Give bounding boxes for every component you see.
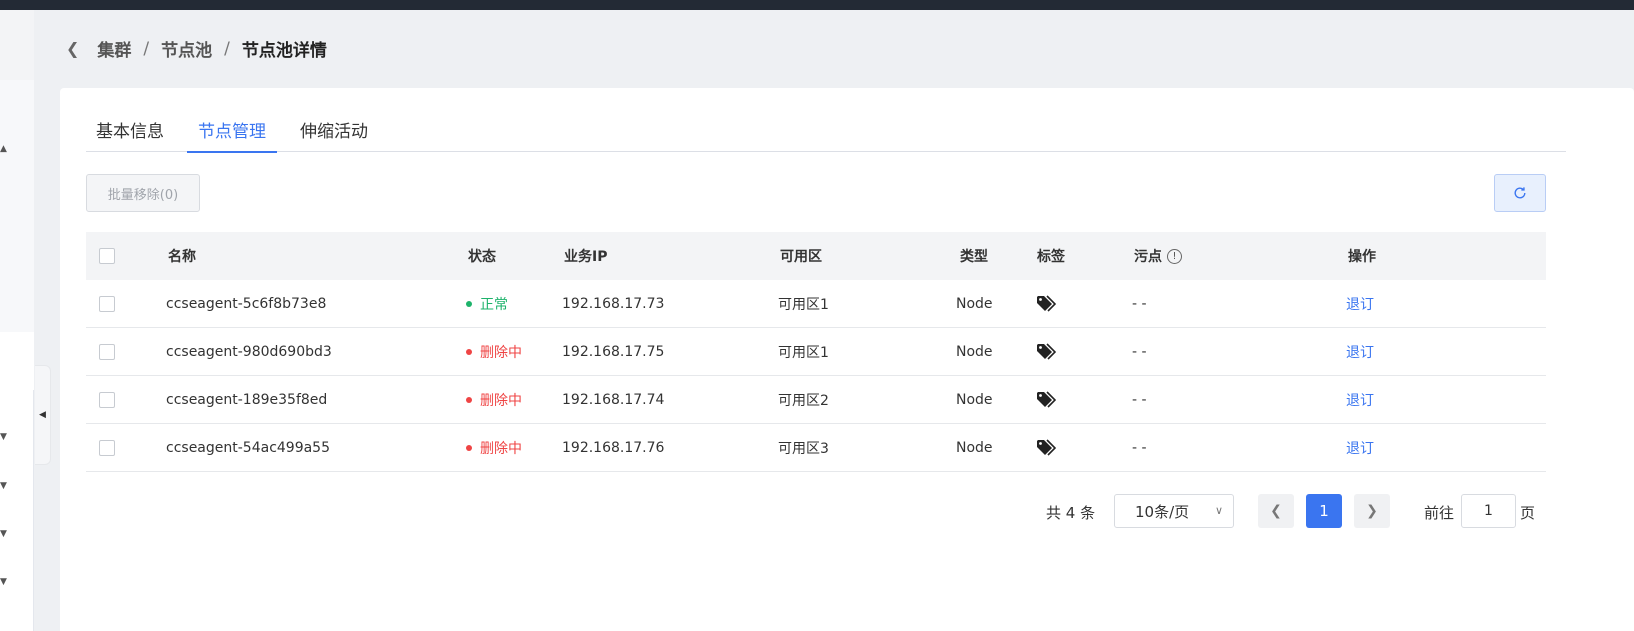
goto-page-input[interactable] xyxy=(1461,494,1516,528)
page-title: 节点池详情 xyxy=(241,41,327,61)
main-card: 基本信息 节点管理 伸缩活动 批量移除(0) 名称 状态 业务IP 可用区 类型… xyxy=(60,88,1634,631)
table-header: 名称 状态 业务IP 可用区 类型 标签 污点 ! 操作 xyxy=(86,232,1546,280)
node-type: Node xyxy=(956,295,993,312)
status-dot-icon xyxy=(466,348,472,355)
sidebar-caret-down-icon[interactable]: ▼ xyxy=(0,529,7,539)
status-badge: 正常 xyxy=(466,294,508,314)
chevron-left-icon: ❮ xyxy=(1270,503,1282,519)
row-checkbox[interactable] xyxy=(99,391,115,408)
header-tags: 标签 xyxy=(1037,249,1065,265)
breadcrumb: ❮ 集群 / 节点池 / 节点池详情 xyxy=(66,36,327,62)
pagination-total: 共 4 条 xyxy=(1046,504,1096,522)
status-badge: 删除中 xyxy=(466,342,522,362)
select-all-checkbox[interactable] xyxy=(99,248,115,264)
node-taint: - - xyxy=(1132,295,1147,312)
tab-basic-info[interactable]: 基本信息 xyxy=(86,112,175,152)
node-taint: - - xyxy=(1132,391,1147,408)
header-type: 类型 xyxy=(960,249,988,265)
status-badge: 删除中 xyxy=(466,438,522,458)
node-table: 名称 状态 业务IP 可用区 类型 标签 污点 ! 操作 ccseagent-5… xyxy=(86,232,1546,472)
header-status: 状态 xyxy=(468,249,496,265)
back-chevron-icon[interactable]: ❮ xyxy=(66,39,79,58)
sidebar-collapse-handle[interactable]: ◀ xyxy=(35,365,51,465)
tag-icon[interactable] xyxy=(1036,342,1056,361)
node-name: ccseagent-54ac499a55 xyxy=(166,439,331,456)
row-checkbox[interactable] xyxy=(99,439,115,456)
node-name: ccseagent-189e35f8ed xyxy=(166,391,328,408)
row-checkbox[interactable] xyxy=(99,295,115,312)
page-number-button[interactable]: 1 xyxy=(1306,494,1342,528)
breadcrumb-cluster[interactable]: 集群 xyxy=(97,36,131,61)
node-name: ccseagent-5c6f8b73e8 xyxy=(166,295,327,312)
node-zone: 可用区3 xyxy=(778,440,829,457)
refresh-icon xyxy=(1514,187,1526,199)
sidebar-caret-down-icon[interactable]: ▼ xyxy=(0,481,7,491)
table-row: ccseagent-980d690bd3 删除中 192.168.17.75 可… xyxy=(86,328,1546,376)
unsubscribe-link[interactable]: 退订 xyxy=(1346,438,1374,458)
node-ip: 192.168.17.75 xyxy=(562,343,665,360)
pagination: 共 4 条 10条/页 ∨ ❮ 1 ❯ 前往 页 xyxy=(60,494,1634,528)
unsubscribe-link[interactable]: 退订 xyxy=(1346,390,1374,410)
table-row: ccseagent-189e35f8ed 删除中 192.168.17.74 可… xyxy=(86,376,1546,424)
tab-node-management[interactable]: 节点管理 xyxy=(187,112,277,153)
table-row: ccseagent-5c6f8b73e8 正常 192.168.17.73 可用… xyxy=(86,280,1546,328)
batch-remove-button[interactable]: 批量移除(0) xyxy=(86,174,200,212)
status-dot-icon xyxy=(466,396,472,403)
info-icon[interactable]: ! xyxy=(1167,248,1182,264)
sidebar-caret-up-icon[interactable]: ▲ xyxy=(0,144,7,154)
prev-page-button[interactable]: ❮ xyxy=(1258,494,1294,528)
breadcrumb-separator: / xyxy=(224,38,230,59)
sidebar: ▲ ▼ ▼ ▼ ▼ xyxy=(0,10,34,631)
node-taint: - - xyxy=(1132,343,1147,360)
status-dot-icon xyxy=(466,300,472,307)
status-dot-icon xyxy=(466,444,472,451)
header-zone: 可用区 xyxy=(780,249,822,265)
header-taint: 污点 ! xyxy=(1134,246,1182,266)
tag-icon[interactable] xyxy=(1036,438,1056,457)
page-unit-label: 页 xyxy=(1520,504,1536,522)
header-taint-label: 污点 xyxy=(1134,249,1162,265)
node-ip: 192.168.17.74 xyxy=(562,391,665,408)
page-size-select[interactable]: 10条/页 ∨ xyxy=(1114,494,1234,528)
sidebar-caret-down-icon[interactable]: ▼ xyxy=(0,432,7,442)
chevron-right-icon: ❯ xyxy=(1366,503,1378,519)
header-operation: 操作 xyxy=(1348,249,1376,265)
node-zone: 可用区1 xyxy=(778,344,829,361)
node-name: ccseagent-980d690bd3 xyxy=(166,343,332,360)
node-zone: 可用区1 xyxy=(778,296,829,313)
status-badge: 删除中 xyxy=(466,390,522,410)
refresh-button[interactable] xyxy=(1494,174,1546,212)
breadcrumb-separator: / xyxy=(143,38,150,59)
breadcrumb-node-pool[interactable]: 节点池 xyxy=(161,36,212,61)
table-row: ccseagent-54ac499a55 删除中 192.168.17.76 可… xyxy=(86,424,1546,472)
unsubscribe-link[interactable]: 退订 xyxy=(1346,294,1374,314)
node-ip: 192.168.17.76 xyxy=(562,439,665,456)
unsubscribe-link[interactable]: 退订 xyxy=(1346,342,1374,362)
node-zone: 可用区2 xyxy=(778,392,829,409)
node-type: Node xyxy=(956,391,993,408)
sidebar-caret-down-icon[interactable]: ▼ xyxy=(0,577,7,587)
tab-bar: 基本信息 节点管理 伸缩活动 xyxy=(86,112,1566,153)
top-bar xyxy=(0,0,1634,10)
header-ip: 业务IP xyxy=(564,249,608,265)
next-page-button[interactable]: ❯ xyxy=(1354,494,1390,528)
header-name: 名称 xyxy=(168,249,196,265)
node-taint: - - xyxy=(1132,439,1147,456)
row-checkbox[interactable] xyxy=(99,343,115,360)
tab-scaling-activity[interactable]: 伸缩活动 xyxy=(289,112,379,152)
node-ip: 192.168.17.73 xyxy=(562,295,665,312)
tag-icon[interactable] xyxy=(1036,390,1056,409)
goto-label: 前往 xyxy=(1424,504,1455,522)
node-type: Node xyxy=(956,439,993,456)
caret-left-icon: ◀ xyxy=(39,410,46,420)
node-type: Node xyxy=(956,343,993,360)
page-size-value: 10条/页 xyxy=(1135,502,1190,521)
chevron-down-icon: ∨ xyxy=(1214,504,1223,517)
tag-icon[interactable] xyxy=(1036,294,1056,313)
